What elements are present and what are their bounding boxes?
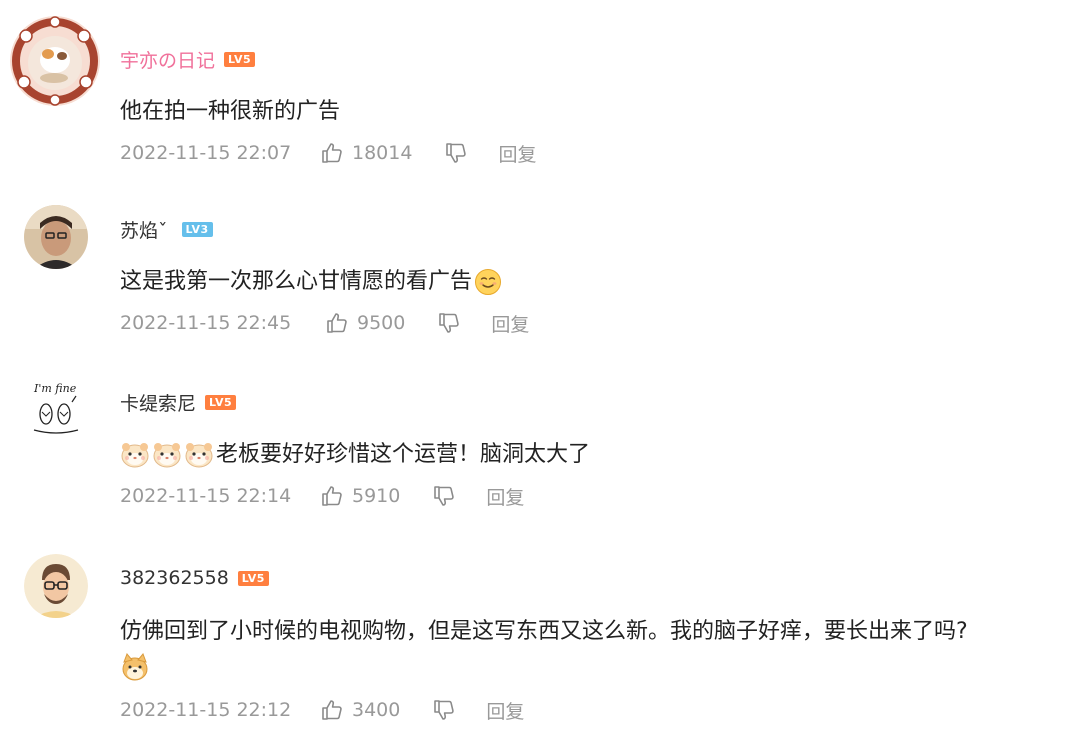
comment-meta: 2022-11-15 22:14 5910 回复 xyxy=(120,481,524,511)
username-row: 宇亦の日记 LV5 xyxy=(120,44,256,74)
dislike-button[interactable] xyxy=(432,698,456,722)
thumb-up-icon xyxy=(320,484,344,508)
hamster-emoji-icon xyxy=(120,440,150,470)
like-button[interactable]: 9500 xyxy=(325,311,405,335)
level-badge: LV5 xyxy=(237,570,269,586)
avatar[interactable] xyxy=(24,554,88,618)
dislike-button[interactable] xyxy=(437,311,461,335)
username[interactable]: 苏焰ˇ xyxy=(120,216,168,243)
comment-text: 他在拍一种很新的广告 xyxy=(120,97,340,127)
timestamp: 2022-11-15 22:14 xyxy=(120,485,292,507)
like-count: 3400 xyxy=(352,699,401,721)
level-badge: LV5 xyxy=(205,394,237,410)
avatar[interactable] xyxy=(24,205,88,269)
like-count: 9500 xyxy=(357,312,406,334)
comment-meta: 2022-11-15 22:12 3400 回复 xyxy=(120,695,524,725)
comment-meta: 2022-11-15 22:07 18014 回复 xyxy=(120,138,536,168)
like-count: 5910 xyxy=(352,485,401,507)
comment-text-body: 他在拍一种很新的广告 xyxy=(120,99,341,124)
dislike-button[interactable] xyxy=(444,141,468,165)
hamster-emoji-icon xyxy=(152,440,182,470)
dislike-button[interactable] xyxy=(432,484,456,508)
thumb-down-icon xyxy=(432,698,456,722)
reply-button[interactable]: 回复 xyxy=(486,697,524,724)
thumb-down-icon xyxy=(432,484,456,508)
avatar[interactable]: I'm fine xyxy=(24,376,88,440)
reply-button[interactable]: 回复 xyxy=(498,140,536,167)
level-badge: LV5 xyxy=(224,51,256,67)
reply-button[interactable]: 回复 xyxy=(486,483,524,510)
thumb-up-icon xyxy=(325,311,349,335)
reply-button[interactable]: 回复 xyxy=(491,310,529,337)
avatar-text: I'm fine xyxy=(33,382,77,395)
timestamp: 2022-11-15 22:45 xyxy=(120,312,292,334)
thumb-down-icon xyxy=(444,141,468,165)
thumb-up-icon xyxy=(320,141,344,165)
thumb-up-icon xyxy=(320,698,344,722)
username[interactable]: 382362558 xyxy=(120,567,229,589)
smiling-face-emoji-icon xyxy=(475,269,502,295)
timestamp: 2022-11-15 22:12 xyxy=(120,699,292,721)
timestamp: 2022-11-15 22:07 xyxy=(120,142,292,164)
comment-text-body: 这是我第一次那么心甘情愿的看广告 xyxy=(120,269,473,294)
comment-text: 仿佛回到了小时候的电视购物，但是这写东西又这么新。我的脑子好痒，要长出来了吗? xyxy=(120,617,968,647)
username[interactable]: 宇亦の日记 xyxy=(120,46,215,73)
comment-text: 老板要好好珍惜这个运营！脑洞太大了 xyxy=(120,440,590,470)
like-count: 18014 xyxy=(352,142,413,164)
avatar[interactable] xyxy=(10,16,100,106)
level-badge: LV3 xyxy=(181,221,213,237)
doge-emoji-icon xyxy=(122,653,148,681)
like-button[interactable]: 3400 xyxy=(320,698,400,722)
like-button[interactable]: 5910 xyxy=(320,484,400,508)
username-row: 卡缇索尼 LV5 xyxy=(120,387,237,417)
username-row: 苏焰ˇ LV3 xyxy=(120,214,213,244)
comment-meta: 2022-11-15 22:45 9500 回复 xyxy=(120,308,529,338)
like-button[interactable]: 18014 xyxy=(320,141,412,165)
comment-emoji-row xyxy=(120,652,152,682)
username[interactable]: 卡缇索尼 xyxy=(120,389,196,416)
hamster-emoji-icon xyxy=(184,440,214,470)
thumb-down-icon xyxy=(437,311,461,335)
comment-text: 这是我第一次那么心甘情愿的看广告 xyxy=(120,267,502,297)
comment-text-body: 老板要好好珍惜这个运营！脑洞太大了 xyxy=(216,442,591,467)
username-row: 382362558 LV5 xyxy=(120,563,269,593)
comment-text-body: 仿佛回到了小时候的电视购物，但是这写东西又这么新。我的脑子好痒，要长出来了吗? xyxy=(120,619,968,644)
